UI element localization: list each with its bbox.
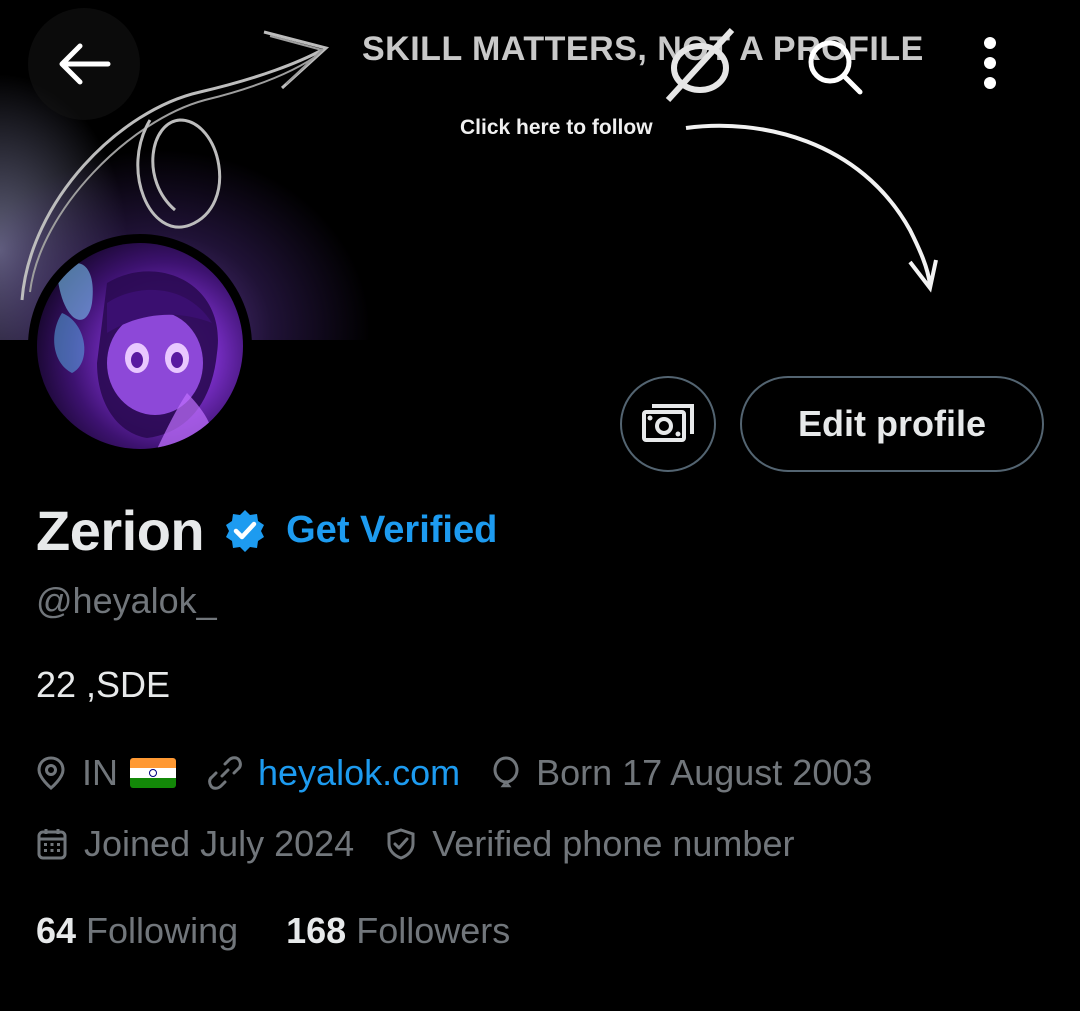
following-count: 64	[36, 910, 77, 951]
search-button[interactable]	[800, 32, 870, 102]
shield-check-icon	[387, 828, 415, 860]
profile-page: SKILL MATTERS, NOT A PROFILE Click here …	[0, 0, 1080, 1011]
username-handle: @heyalok_	[36, 580, 217, 621]
anime-avatar-art	[54, 263, 218, 449]
money-icon	[642, 404, 694, 442]
follow-stats: 64 Following 168 Followers	[36, 910, 558, 952]
profile-meta-row-2: Joined July 2024 Verified phone number	[36, 823, 826, 865]
joined-item: Joined July 2024	[36, 823, 354, 865]
arrow-left-icon	[59, 43, 111, 85]
followers-stat[interactable]: 168 Followers	[286, 910, 510, 952]
profile-meta-row: IN heyalok.com Born 17 August 2003	[36, 752, 904, 794]
birthday-item: Born 17 August 2003	[492, 752, 872, 794]
more-vertical-icon	[984, 37, 996, 89]
website-item[interactable]: heyalok.com	[208, 752, 460, 794]
tips-button[interactable]	[620, 376, 716, 472]
back-button[interactable]	[28, 8, 140, 120]
calendar-icon	[37, 829, 67, 860]
location-pin-icon	[37, 756, 65, 790]
more-options-button[interactable]	[965, 28, 1015, 98]
following-stat[interactable]: 64 Following	[36, 910, 238, 952]
edit-profile-button[interactable]: Edit profile	[740, 376, 1044, 472]
verified-badge-icon	[226, 509, 265, 552]
balloon-icon	[493, 756, 519, 788]
joined-text: Joined July 2024	[84, 823, 355, 864]
following-label: Following	[86, 910, 239, 951]
verified-phone-text: Verified phone number	[432, 823, 795, 864]
india-flag-icon	[130, 758, 176, 788]
profile-bio: 22 ,SDE	[36, 664, 171, 705]
followers-count: 168	[286, 910, 347, 951]
banner-follow-hint: Click here to follow	[460, 116, 653, 139]
location-item: IN	[36, 752, 176, 794]
avatar-image	[37, 243, 243, 449]
avatar[interactable]	[28, 234, 252, 458]
search-icon	[808, 40, 863, 95]
verified-phone-item: Verified phone number	[386, 823, 794, 865]
website-link[interactable]: heyalok.com	[258, 752, 460, 794]
location-text: IN	[82, 752, 118, 793]
display-name: Zerion	[36, 499, 205, 562]
birthday-text: Born 17 August 2003	[536, 752, 873, 793]
link-icon	[208, 756, 242, 790]
get-verified-link[interactable]: Get Verified	[286, 509, 497, 552]
followers-label: Followers	[356, 910, 511, 951]
strikethrough-scribble-icon	[665, 27, 735, 103]
name-row: Zerion Get Verified	[36, 498, 497, 563]
